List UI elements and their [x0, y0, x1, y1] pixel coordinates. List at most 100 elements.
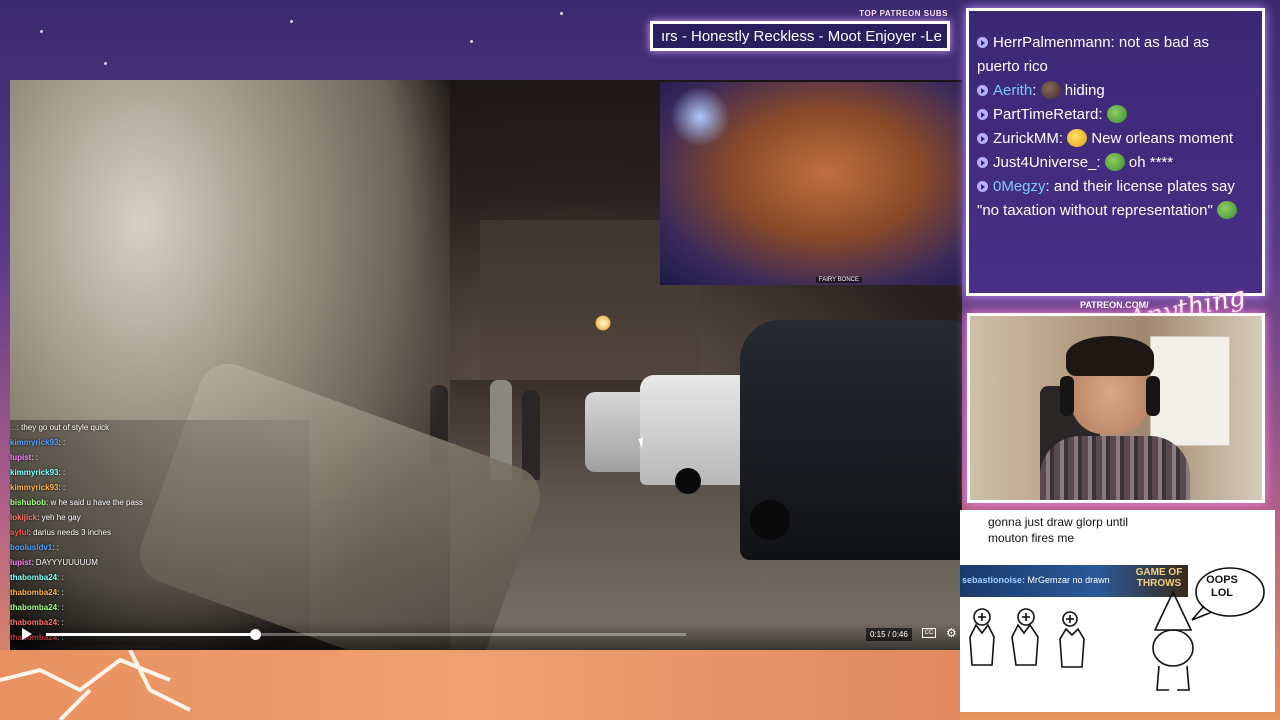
star [290, 20, 293, 23]
video-chat-text: : [61, 588, 64, 597]
video-chat-text: : [62, 468, 66, 477]
chat-text: hiding [1064, 82, 1105, 99]
video-chat-text: darius needs 3 inches [33, 528, 111, 537]
video-chat-line: kimmyrick93: : [10, 483, 66, 492]
emote-pepe-icon [1106, 105, 1127, 123]
video-controls: 0:15 / 0:46 CC ⚙ [10, 622, 962, 650]
emote-pepe-icon [1216, 201, 1237, 219]
chat-badge-icon [977, 109, 988, 120]
video-chat-text: : [61, 573, 64, 582]
seek-handle[interactable] [249, 629, 261, 640]
pip-watermark: FAIRY BONCE [815, 277, 862, 283]
chat-message-list: HerrPalmenmann: not as bad as puerto ric… [969, 31, 1262, 223]
alert-message: MrGemzar no [1027, 575, 1083, 585]
play-icon[interactable] [22, 628, 32, 640]
video-chat-line: ayful: darius needs 3 inches [10, 528, 111, 537]
star [470, 40, 473, 43]
chat-username[interactable]: Aerith [993, 82, 1032, 99]
video-chat-username: lupist [10, 558, 32, 567]
chat-badge-icon [977, 181, 988, 192]
video-chat-line: boolusldv1: : [10, 543, 59, 552]
chat-username[interactable]: Just4Universe_ [993, 154, 1096, 171]
game-of-throws-logo: GAME OF THROWS [1135, 567, 1183, 589]
video-chat-line: kimmyrick93: : [10, 468, 66, 477]
video-chat-username: kimmyrick93 [10, 483, 59, 492]
video-chat-username: lokijick [10, 513, 38, 522]
headset [1146, 376, 1160, 416]
alert-message-2: drawn [1085, 575, 1110, 585]
shelf [1150, 336, 1230, 446]
chat-badge-icon [977, 37, 988, 48]
chat-username[interactable]: 0Megzy [993, 178, 1046, 195]
chat-username[interactable]: HerrPalmenmann [993, 34, 1111, 51]
video-chat-text: w he said u have the pass [50, 498, 143, 507]
video-chat-username: kimmyrick93 [10, 438, 59, 447]
sketch-glorps [969, 608, 1085, 668]
gear-icon[interactable]: ⚙ [946, 626, 957, 640]
top-subs-label: TOP PATREON SUBS [859, 9, 948, 18]
chat-message: 0Megzy: and their license plates say "no… [969, 175, 1262, 223]
light-glow [670, 87, 730, 147]
video-chat-line: lokijick: yeh he gay [10, 513, 81, 522]
video-chat-line: lupist: DAYYYUUUUUM [10, 558, 98, 567]
chat-message: Just4Universe_: oh **** [969, 151, 1262, 175]
emote-bird-icon [1067, 129, 1088, 147]
board-note: gonna just draw glorp until mouton fires… [988, 515, 1129, 545]
video-chat-line: bishubob: w he said u have the pass [10, 498, 143, 507]
street-lamp [595, 315, 611, 331]
headset [1060, 376, 1074, 416]
video-chat-text: : [62, 483, 66, 492]
video-chat-username: thabomba24 [10, 603, 58, 612]
video-chat-line: kimmyrick93: : [10, 438, 66, 447]
captions-icon[interactable]: CC [922, 628, 936, 638]
oops-text: OOPS LOL [1206, 574, 1238, 599]
wheel [675, 468, 701, 494]
webcam-feed [967, 313, 1265, 503]
alert-username: sebastionoise: [962, 575, 1026, 585]
seek-bar[interactable] [46, 629, 686, 640]
streamer-body [1040, 436, 1190, 500]
video-chat-line: ...: they go out of style quick [10, 423, 110, 432]
wheel [750, 500, 790, 540]
chat-badge-icon [977, 85, 988, 96]
emote-pepe-icon [1104, 153, 1125, 171]
chat-message: Aerith: hiding [969, 79, 1262, 103]
chat-badge-icon [977, 157, 988, 168]
video-chat-text: : [56, 543, 59, 552]
chat-username[interactable]: PartTimeRetard [993, 106, 1098, 123]
picture-in-picture-video[interactable]: FAIRY BONCE [660, 82, 962, 285]
chat-message: ZurickMM: New orleans moment [969, 127, 1262, 151]
chat-badge-icon [977, 133, 988, 144]
drawing-board: gonna just draw glorp until mouton fires… [960, 510, 1275, 712]
video-chat-text: : [62, 438, 66, 447]
chat-username[interactable]: ZurickMM [993, 130, 1059, 147]
chat-truncated-line [969, 11, 1262, 31]
chat-text: oh **** [1128, 154, 1174, 171]
video-chat-username: thabomba24 [10, 588, 58, 597]
chat-message: HerrPalmenmann: not as bad as puerto ric… [977, 34, 1209, 75]
video-chat-line: thabomba24: : [10, 588, 64, 597]
time-display: 0:15 / 0:46 [866, 628, 912, 641]
video-chat-line: thabomba24: : [10, 603, 64, 612]
pedestrian [522, 390, 540, 480]
video-chat-username: kimmyrick93 [10, 468, 59, 477]
video-chat-line: lupist: : [10, 453, 39, 462]
stream-chat-panel: HerrPalmenmann: not as bad as puerto ric… [966, 8, 1265, 296]
video-chat-text: they go out of style quick [21, 423, 110, 432]
video-chat-text: : [61, 603, 64, 612]
video-chat-username: lupist [10, 453, 32, 462]
video-chat-overlay: ...: they go out of style quick kimmyrick… [10, 420, 310, 645]
seek-progress [46, 633, 255, 636]
video-chat-username: ayful [10, 528, 29, 537]
video-chat-text: yeh he gay [41, 513, 81, 522]
star [560, 12, 563, 15]
emote-hat-icon [1040, 81, 1061, 99]
star [40, 30, 43, 33]
chat-message: PartTimeRetard: [969, 103, 1262, 127]
alert-text: sebastionoise: MrGemzar no drawn [962, 575, 1110, 585]
chat-text: New orleans moment [1091, 130, 1234, 147]
video-chat-username: ... [10, 423, 17, 432]
streamer-hair [1066, 336, 1154, 376]
video-chat-username: boolusldv1 [10, 543, 53, 552]
video-chat-text: DAYYYUUUUUM [35, 558, 98, 567]
